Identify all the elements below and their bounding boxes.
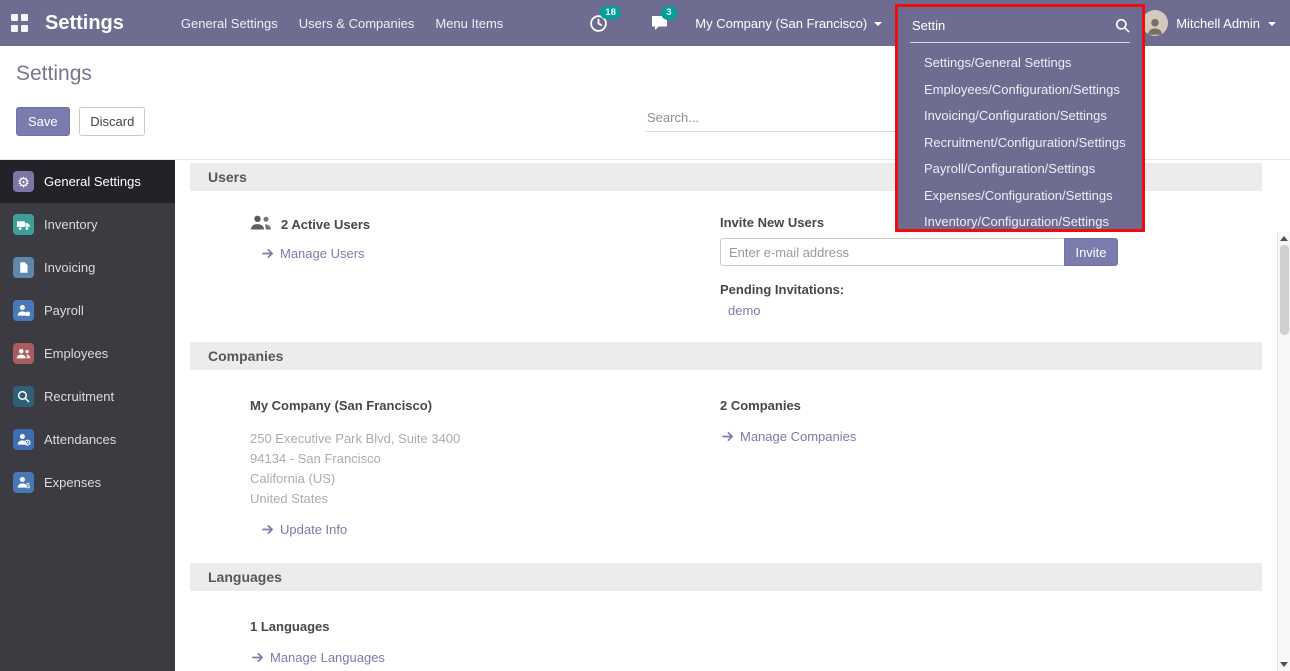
languages-count: 1 Languages xyxy=(250,619,720,634)
search-result-item[interactable]: Expenses/Configuration/Settings xyxy=(898,183,1142,210)
manage-companies-link[interactable]: Manage Companies xyxy=(722,429,1252,444)
people-icon xyxy=(13,343,34,364)
messages-bubble-icon[interactable]: 3 xyxy=(650,14,669,32)
company-address-line: California (US) xyxy=(250,469,720,489)
scroll-down-arrow-icon[interactable] xyxy=(1280,662,1288,667)
person-clock-icon xyxy=(13,429,34,450)
activities-badge: 18 xyxy=(600,6,621,20)
user-avatar xyxy=(1142,10,1168,36)
pending-invitations-label: Pending Invitations: xyxy=(720,282,1252,297)
company-address-line: 94134 - San Francisco xyxy=(250,449,720,469)
truck-icon xyxy=(13,214,34,235)
records-search-input[interactable] xyxy=(645,104,895,132)
nav-item-menu-items[interactable]: Menu Items xyxy=(435,16,503,31)
company-name: My Company (San Francisco) xyxy=(250,398,720,413)
active-users-count: 2 Active Users xyxy=(281,217,370,232)
sidebar-item-label: Invoicing xyxy=(44,260,95,275)
person-dollar-icon: $ xyxy=(13,472,34,493)
nav-item-general-settings[interactable]: General Settings xyxy=(181,16,278,31)
sidebar-item-label: Employees xyxy=(44,346,108,361)
sidebar-item-expenses[interactable]: $ Expenses xyxy=(0,461,175,504)
invite-email-input[interactable] xyxy=(720,238,1065,266)
activities-clock-icon[interactable]: 18 xyxy=(589,14,608,33)
sidebar-item-label: Inventory xyxy=(44,217,97,232)
discard-button[interactable]: Discard xyxy=(79,107,145,136)
menu-search-field xyxy=(910,15,1130,43)
company-switcher-label: My Company (San Francisco) xyxy=(695,16,867,31)
messages-badge: 3 xyxy=(661,6,676,20)
sidebar-item-inventory[interactable]: Inventory xyxy=(0,203,175,246)
arrow-right-icon xyxy=(262,524,274,535)
company-address-line: 250 Executive Park Blvd, Suite 3400 xyxy=(250,429,720,449)
app-title: Settings xyxy=(45,12,124,35)
company-address-line: United States xyxy=(250,489,720,509)
search-result-item[interactable]: Invoicing/Configuration/Settings xyxy=(898,103,1142,130)
sidebar-item-invoicing[interactable]: Invoicing xyxy=(0,246,175,289)
document-icon xyxy=(13,257,34,278)
search-icon xyxy=(1115,18,1130,33)
sidebar-item-label: Expenses xyxy=(44,475,101,490)
menu-search-input[interactable] xyxy=(910,15,1115,36)
settings-sidebar: ⚙ General Settings Inventory Invoicing P… xyxy=(0,160,175,671)
sidebar-item-general-settings[interactable]: ⚙ General Settings xyxy=(0,160,175,203)
svg-text:$: $ xyxy=(26,481,31,490)
settings-content: Users 2 Active Users Manage Users Invite… xyxy=(175,160,1277,671)
chevron-down-icon xyxy=(874,22,882,26)
sidebar-item-payroll[interactable]: Payroll xyxy=(0,289,175,332)
arrow-right-icon xyxy=(722,431,734,442)
magnifier-icon xyxy=(13,386,34,407)
arrow-right-icon xyxy=(252,652,264,663)
search-result-item[interactable]: Payroll/Configuration/Settings xyxy=(898,156,1142,183)
sidebar-item-attendances[interactable]: Attendances xyxy=(0,418,175,461)
company-switcher[interactable]: My Company (San Francisco) xyxy=(695,16,882,31)
sidebar-item-label: General Settings xyxy=(44,174,141,189)
search-result-item[interactable]: Settings/General Settings xyxy=(898,50,1142,77)
sidebar-item-employees[interactable]: Employees xyxy=(0,332,175,375)
sidebar-item-label: Payroll xyxy=(44,303,84,318)
sidebar-item-label: Recruitment xyxy=(44,389,114,404)
records-search xyxy=(645,104,895,132)
navbar-search-dropdown: Settings/General Settings Employees/Conf… xyxy=(895,4,1145,232)
user-name: Mitchell Admin xyxy=(1176,16,1260,31)
scrollbar-thumb[interactable] xyxy=(1280,245,1289,335)
person-icon xyxy=(1145,16,1165,36)
chevron-down-icon xyxy=(1268,22,1276,26)
nav-item-users-companies[interactable]: Users & Companies xyxy=(299,16,415,31)
companies-count: 2 Companies xyxy=(720,398,1252,413)
person-coin-icon xyxy=(13,300,34,321)
gear-icon: ⚙ xyxy=(13,171,34,192)
search-result-item[interactable]: Employees/Configuration/Settings xyxy=(898,77,1142,104)
vertical-scrollbar xyxy=(1277,232,1290,671)
languages-section: 1 Languages Manage Languages xyxy=(175,591,1277,665)
navbar-menu: General Settings Users & Companies Menu … xyxy=(181,16,503,31)
invite-button[interactable]: Invite xyxy=(1064,238,1118,266)
save-button[interactable]: Save xyxy=(16,107,70,136)
update-info-link[interactable]: Update Info xyxy=(262,522,720,537)
section-heading-languages: Languages xyxy=(190,563,1262,591)
manage-languages-link[interactable]: Manage Languages xyxy=(252,650,720,665)
systray: 18 3 xyxy=(589,14,669,33)
search-result-item[interactable]: Recruitment/Configuration/Settings xyxy=(898,130,1142,157)
sidebar-item-label: Attendances xyxy=(44,432,116,447)
users-group-icon xyxy=(250,215,272,233)
apps-menu-icon[interactable] xyxy=(11,14,29,32)
section-heading-companies: Companies xyxy=(190,342,1262,370)
menu-search-results: Settings/General Settings Employees/Conf… xyxy=(898,50,1142,236)
user-menu[interactable]: Mitchell Admin xyxy=(1142,10,1276,36)
sidebar-item-recruitment[interactable]: Recruitment xyxy=(0,375,175,418)
scroll-up-arrow-icon[interactable] xyxy=(1280,236,1288,241)
arrow-right-icon xyxy=(262,248,274,259)
pending-user-link[interactable]: demo xyxy=(728,303,1252,318)
search-result-item[interactable]: Inventory/Configuration/Settings xyxy=(898,209,1142,236)
companies-section: My Company (San Francisco) 250 Executive… xyxy=(175,370,1277,537)
manage-users-link[interactable]: Manage Users xyxy=(262,246,720,261)
